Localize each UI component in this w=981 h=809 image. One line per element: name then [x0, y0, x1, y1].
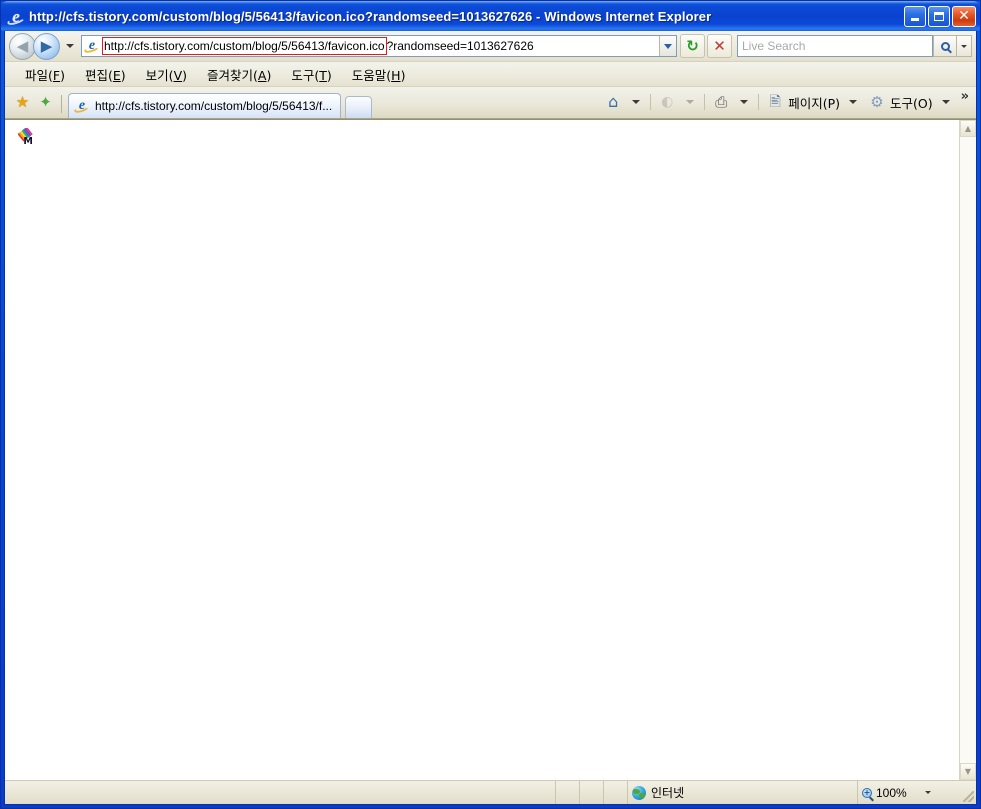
search-box[interactable] — [737, 35, 933, 57]
chevron-down-icon — [686, 100, 695, 104]
home-button[interactable]: ⌂ — [600, 90, 626, 114]
browser-tab[interactable]: e http://cfs.tistory.com/custom/blog/5/5… — [68, 93, 342, 118]
command-separator — [704, 94, 706, 110]
forward-button[interactable]: ▶ — [33, 32, 60, 60]
chevron-down-icon[interactable] — [924, 791, 931, 794]
browser-window: e http://cfs.tistory.com/custom/blog/5/5… — [0, 0, 981, 809]
stop-button[interactable]: ✕ — [707, 34, 732, 58]
tab-title: http://cfs.tistory.com/custom/blog/5/564… — [95, 99, 333, 113]
chevron-down-icon — [632, 100, 641, 104]
tab-bar: ★ ✦ e http://cfs.tistory.com/custom/blog… — [5, 87, 976, 119]
rainbow-m-favicon: M — [18, 128, 33, 145]
feeds-dropdown[interactable] — [683, 92, 697, 112]
address-bar[interactable]: e http://cfs.tistory.com/custom/blog/5/5… — [81, 35, 677, 57]
chevron-down-icon — [849, 100, 857, 104]
title-bar[interactable]: e http://cfs.tistory.com/custom/blog/5/5… — [1, 1, 980, 31]
magnifier-icon — [940, 41, 950, 51]
status-cell-1 — [555, 781, 579, 804]
vertical-scrollbar[interactable]: ▲ ▼ — [959, 120, 976, 780]
tools-menu-label: 도구(O) — [890, 95, 933, 111]
search-input[interactable] — [742, 39, 928, 53]
zoom-control[interactable]: + 100% — [857, 781, 960, 804]
menu-help[interactable]: 도움말(H) — [342, 62, 416, 87]
page-menu-label: 페이지(P) — [788, 95, 840, 111]
feeds-button[interactable]: ◐ — [654, 90, 680, 114]
caption-buttons: ✕ — [904, 5, 976, 27]
chevron-down-icon — [66, 44, 74, 48]
maximize-button[interactable] — [928, 5, 950, 27]
favorites-center-icon[interactable]: ★ — [11, 91, 34, 114]
command-separator — [758, 94, 760, 110]
magnifier-plus-icon: + — [862, 787, 872, 798]
page-viewport[interactable]: M — [5, 120, 959, 780]
command-overflow-button[interactable]: » — [961, 89, 969, 104]
menu-view[interactable]: 보기(V) — [136, 62, 197, 87]
status-cell-2 — [579, 781, 603, 804]
tab-favicon-icon: e — [73, 98, 90, 115]
status-bar: 인터넷 + 100% — [5, 780, 976, 804]
rss-icon: ◐ — [661, 94, 674, 110]
page-icon: 🖹 — [769, 94, 781, 110]
svg-text:M: M — [23, 136, 33, 145]
page-menu-dropdown[interactable] — [846, 92, 860, 112]
chevron-down-icon — [664, 43, 672, 49]
address-favicon-icon: e — [83, 38, 100, 55]
gear-icon: ⚙ — [870, 93, 884, 111]
search-button[interactable] — [933, 35, 956, 57]
command-separator — [650, 94, 652, 110]
zoom-level-label: 100% — [876, 785, 907, 800]
menu-file[interactable]: 파일(F) — [15, 62, 75, 87]
tools-menu-dropdown[interactable] — [939, 92, 953, 112]
back-arrow-icon: ◀ — [16, 36, 29, 55]
status-cell-3 — [603, 781, 627, 804]
close-button[interactable]: ✕ — [952, 5, 976, 27]
url-query-text: ?randomseed=1013627626 — [386, 39, 534, 53]
stop-icon: ✕ — [713, 36, 726, 55]
command-bar: ⌂ ◐ ⎙ 🖹 페이지(P) ⚙ 도구(O) — [600, 90, 956, 114]
add-to-favorites-icon[interactable]: ✦ — [34, 91, 57, 114]
menu-favorites[interactable]: 즐겨찾기(A) — [197, 62, 281, 87]
recent-pages-button[interactable] — [63, 36, 77, 56]
home-icon: ⌂ — [608, 92, 619, 111]
address-toolbar: ◀ ▶ e http://cfs.tistory.com/custom/blog… — [5, 31, 976, 62]
forward-arrow-icon: ▶ — [40, 36, 53, 55]
tools-menu-button[interactable]: ⚙ 도구(O) — [864, 90, 936, 114]
refresh-button[interactable]: ↻ — [680, 34, 705, 58]
minimize-button[interactable] — [904, 5, 926, 27]
home-dropdown[interactable] — [629, 92, 643, 112]
close-icon: ✕ — [958, 8, 970, 24]
scroll-down-button[interactable]: ▼ — [960, 763, 976, 780]
url-base-highlight: http://cfs.tistory.com/custom/blog/5/564… — [102, 37, 387, 55]
refresh-icon: ↻ — [686, 36, 699, 55]
resize-grip[interactable] — [960, 781, 976, 804]
menu-edit[interactable]: 편집(E) — [75, 62, 136, 87]
page-menu-button[interactable]: 🖹 페이지(P) — [762, 90, 843, 114]
back-button[interactable]: ◀ — [9, 32, 36, 60]
address-url-text: http://cfs.tistory.com/custom/blog/5/564… — [102, 37, 659, 55]
search-provider-dropdown[interactable] — [956, 35, 972, 57]
security-zone-label: 인터넷 — [651, 786, 685, 800]
menu-tools[interactable]: 도구(T) — [281, 62, 341, 87]
window-client-area: ◀ ▶ e http://cfs.tistory.com/custom/blog… — [4, 31, 977, 805]
content-area: M ▲ ▼ — [5, 119, 976, 780]
security-zone-indicator[interactable]: 인터넷 — [627, 781, 857, 804]
toolbar-separator — [61, 95, 62, 113]
print-button[interactable]: ⎙ — [708, 90, 734, 114]
chevron-down-icon — [740, 100, 749, 104]
chevron-down-icon: ▼ — [964, 766, 972, 776]
scroll-up-button[interactable]: ▲ — [960, 120, 976, 137]
chevron-down-icon — [941, 100, 950, 104]
globe-icon — [632, 785, 646, 800]
scrollbar-track[interactable] — [960, 137, 976, 763]
window-title: http://cfs.tistory.com/custom/blog/5/564… — [29, 8, 712, 24]
chevron-up-icon: ▲ — [964, 123, 972, 133]
printer-icon: ⎙ — [715, 93, 728, 111]
menu-bar: 파일(F) 편집(E) 보기(V) 즐겨찾기(A) 도구(T) 도움말(H) — [5, 62, 976, 87]
new-tab-button[interactable] — [345, 96, 373, 118]
chevron-down-icon — [961, 44, 967, 48]
internet-explorer-icon: e — [6, 7, 26, 27]
print-dropdown[interactable] — [737, 92, 751, 112]
address-dropdown-button[interactable] — [659, 36, 676, 56]
